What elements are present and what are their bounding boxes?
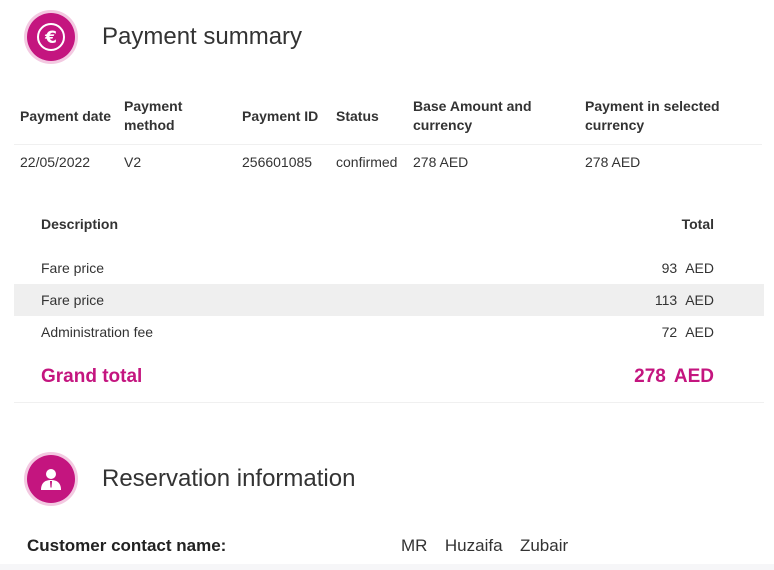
- contact-value: MR Huzaifa Zubair: [401, 536, 569, 555]
- payment-id: 256601085: [236, 144, 330, 179]
- description-header: Description: [41, 216, 119, 232]
- euro-icon: €: [27, 13, 75, 61]
- col-status: Status: [336, 107, 379, 124]
- list-item: Administration fee 72 AED: [14, 316, 764, 348]
- item-label: Fare price: [41, 292, 105, 308]
- item-label: Administration fee: [41, 324, 154, 340]
- col-payment-date: Payment date: [20, 107, 112, 124]
- reservation-title: Reservation information: [102, 465, 356, 492]
- grand-total-amount: 278: [634, 366, 666, 387]
- reservation-header: Reservation information: [27, 455, 355, 503]
- table-row: 22/05/2022 V2 256601085 confirmed 278 AE…: [14, 144, 762, 179]
- payment-summary-header: € Payment summary: [27, 13, 302, 61]
- item-currency: AED: [685, 324, 714, 340]
- list-item: Fare price 93 AED: [14, 252, 764, 284]
- payment-method: V2: [118, 144, 236, 179]
- selected-amount: 278 AED: [579, 144, 762, 179]
- grand-total-currency: AED: [673, 366, 714, 387]
- total-header: Total: [681, 216, 714, 232]
- base-amount: 278 AED: [407, 144, 579, 179]
- item-amount: 93: [661, 260, 678, 276]
- payment-summary-title: Payment summary: [102, 23, 303, 50]
- item-label: Fare price: [41, 260, 105, 276]
- user-icon: [27, 455, 75, 503]
- col-selected-amount: Payment in selected currency: [585, 98, 720, 133]
- payment-table-header: Payment date Payment method Payment ID S…: [14, 88, 762, 145]
- col-payment-id: Payment ID: [242, 107, 319, 124]
- item-currency: AED: [685, 260, 714, 276]
- bottom-divider: [0, 564, 774, 570]
- svg-text:€: €: [44, 28, 57, 48]
- item-amount: 113: [654, 292, 678, 308]
- grand-total-label: Grand total: [41, 366, 143, 387]
- grand-total-row: Grand total 278 AED: [14, 352, 764, 402]
- contact-label: Customer contact name:: [27, 536, 227, 555]
- payment-status: confirmed: [330, 144, 407, 179]
- breakdown-header: Description Total: [14, 204, 764, 244]
- item-amount: 72: [661, 324, 678, 340]
- col-payment-method: Payment method: [124, 98, 183, 133]
- payment-date: 22/05/2022: [14, 144, 118, 179]
- item-currency: AED: [685, 292, 714, 308]
- price-breakdown: Description Total Fare price 93 AED Fare …: [14, 204, 764, 403]
- col-base-amount: Base Amount and currency: [413, 98, 532, 133]
- payment-table: Payment date Payment method Payment ID S…: [14, 88, 762, 179]
- list-item: Fare price 113 AED: [14, 284, 764, 316]
